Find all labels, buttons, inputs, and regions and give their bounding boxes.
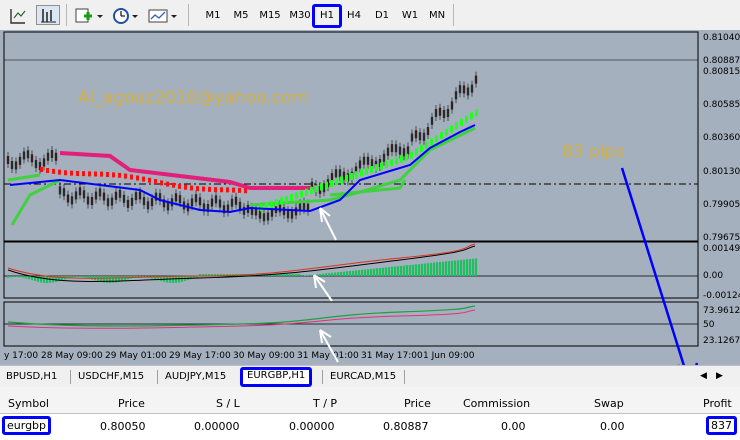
macd-tick: -0.00124 [703, 291, 740, 301]
header-price[interactable]: Price [118, 397, 145, 410]
row-symbol[interactable]: eurgbp [2, 416, 52, 435]
pips-annotation: 83 pips [562, 142, 624, 162]
row-current-price: 0.80887 [383, 420, 429, 433]
crosshair-icon[interactable] [6, 5, 28, 25]
price-tick: 0.80887 [703, 56, 740, 66]
time-tick: 28 May 09:00 [41, 351, 103, 361]
clock-icon[interactable] [110, 5, 140, 25]
timeframe-d1[interactable]: D1 [370, 6, 394, 26]
row-swap: 0.00 [600, 420, 625, 433]
tab-gbpusd[interactable]: BPUSD,H1 [2, 368, 61, 386]
chart-tabs: BPUSD,H1 USDCHF,M15 AUDJPY,M15 EURGBP,H1… [0, 365, 740, 388]
timeframe-mn[interactable]: MN [425, 6, 449, 26]
email-watermark: Al_agouz2010@yahoo.com [78, 88, 308, 108]
macd-panel [3, 241, 699, 299]
header-tp[interactable]: T / P [313, 397, 337, 410]
row-sl: 0.00000 [194, 420, 240, 433]
timeframe-h1[interactable]: H1 [312, 4, 342, 28]
rsi-tick: 73.9612 [703, 306, 740, 316]
header-sl[interactable]: S / L [216, 397, 240, 410]
price-tick: 0.79905 [703, 200, 740, 210]
row-open-price: 0.80050 [100, 420, 146, 433]
time-tick: 29 May 17:00 [169, 351, 231, 361]
row-commission: 0.00 [501, 420, 526, 433]
header-profit[interactable]: Profit [703, 397, 732, 410]
time-tick: 31 May 01:00 [297, 351, 359, 361]
header-current-price[interactable]: Price [404, 397, 431, 410]
price-tick: 0.80585 [703, 100, 740, 110]
scroll-left-icon[interactable]: ◀ [700, 371, 707, 381]
price-tick: 0.81040 [703, 33, 740, 43]
header-commission[interactable]: Commission [463, 397, 530, 410]
line-tool-icon[interactable] [36, 5, 60, 25]
price-tick: 0.80130 [703, 167, 740, 177]
row-tp: 0.00000 [289, 420, 335, 433]
timeframe-m15[interactable]: M15 [256, 6, 284, 26]
timeframe-h4[interactable]: H4 [342, 6, 366, 26]
header-swap[interactable]: Swap [594, 397, 624, 410]
tab-usdchf[interactable]: USDCHF,M15 [74, 368, 148, 386]
time-tick: 1 Jun 09:00 [423, 351, 475, 361]
toolbar: M1 M5 M15 M30 H1 H4 D1 W1 MN [0, 0, 740, 31]
macd-tick: 0.00 [703, 271, 723, 281]
price-chart: 0.81040 0.80887 0.80815 0.80585 0.80360 … [0, 30, 740, 365]
price-tick: 0.79675 [703, 233, 740, 243]
price-tick: 0.80360 [703, 133, 740, 143]
tab-eurcad[interactable]: EURCAD,M15 [326, 368, 400, 386]
row-profit: 837 [706, 416, 737, 435]
macd-tick: 0.001492 [703, 244, 740, 254]
rsi-tick: 23.1267 [703, 336, 740, 346]
chart-area[interactable]: 0.81040 0.80887 0.80815 0.80585 0.80360 … [0, 30, 740, 365]
scroll-right-icon[interactable]: ▶ [716, 371, 723, 381]
time-tick: 30 May 09:00 [233, 351, 295, 361]
rsi-tick: 50 [703, 320, 715, 330]
time-tick: y 17:00 [4, 351, 38, 361]
tab-eurgbp[interactable]: EURGBP,H1 [240, 367, 313, 387]
timeframe-w1[interactable]: W1 [398, 6, 422, 26]
timeframe-m5[interactable]: M5 [229, 6, 253, 26]
price-tick: 0.80815 [703, 67, 740, 77]
header-symbol[interactable]: Symbol [8, 397, 49, 410]
time-tick: 29 May 01:00 [105, 351, 167, 361]
new-order-icon[interactable] [72, 5, 104, 25]
timeframe-m30[interactable]: M30 [286, 6, 314, 26]
time-tick: 31 May 17:00 [361, 351, 423, 361]
trade-terminal: Symbol Price S / L T / P Price Commissio… [0, 387, 740, 440]
tab-audjpy[interactable]: AUDJPY,M15 [161, 368, 230, 386]
template-icon[interactable] [145, 5, 179, 25]
timeframe-m1[interactable]: M1 [200, 6, 226, 26]
